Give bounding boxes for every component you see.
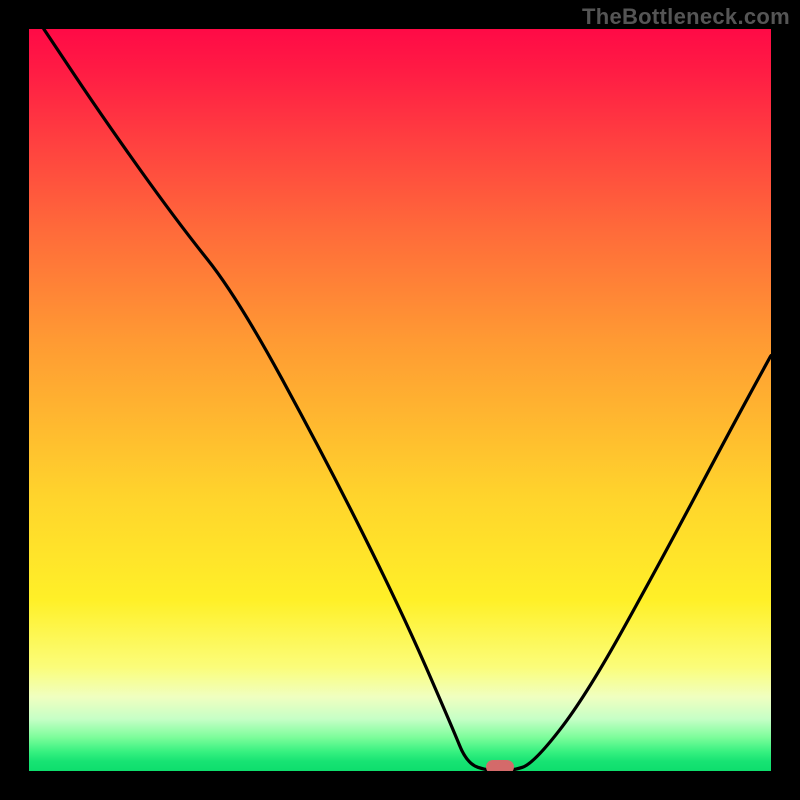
bottleneck-curve (29, 29, 771, 771)
plot-area (29, 29, 771, 771)
optimal-point-marker (486, 760, 514, 771)
watermark-text: TheBottleneck.com (582, 4, 790, 30)
chart-frame: TheBottleneck.com (0, 0, 800, 800)
